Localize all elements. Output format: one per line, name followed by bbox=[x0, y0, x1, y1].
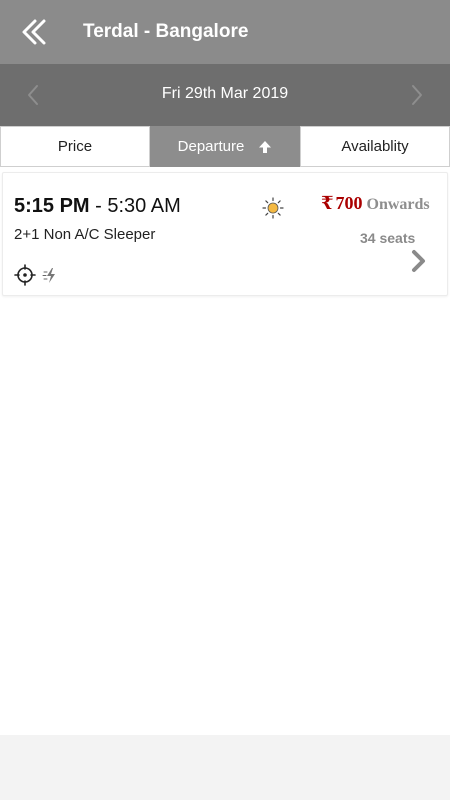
sort-tab-availability[interactable]: Availablity bbox=[300, 126, 450, 167]
seats-available: 34 seats bbox=[360, 230, 416, 246]
currency-symbol: ₹ bbox=[321, 193, 334, 213]
arrow-up-icon bbox=[259, 140, 272, 153]
departure-time: 5:15 PM bbox=[14, 195, 90, 217]
results-list: 5:15 PM - 5:30 AM 2+1 Non A/C Sleeper ₹7… bbox=[0, 167, 450, 735]
gps-tracking-icon bbox=[14, 264, 36, 286]
next-date-button[interactable] bbox=[402, 81, 430, 109]
date-bar: Fri 29th Mar 2019 bbox=[0, 64, 450, 126]
chevron-right-icon[interactable] bbox=[407, 248, 429, 274]
fare-amount: 700 bbox=[335, 193, 363, 213]
journey-times: 5:15 PM - 5:30 AM bbox=[14, 193, 181, 219]
sort-tab-label: Availablity bbox=[341, 138, 409, 155]
chevron-right-icon bbox=[412, 85, 422, 105]
arrival-time: 5:30 AM bbox=[107, 195, 181, 217]
bus-result-card[interactable]: 5:15 PM - 5:30 AM 2+1 Non A/C Sleeper ₹7… bbox=[2, 172, 448, 296]
bottom-empty-area bbox=[0, 735, 450, 800]
time-separator: - bbox=[89, 195, 108, 217]
app-header: Terdal - Bangalore bbox=[0, 0, 450, 64]
back-button[interactable] bbox=[18, 16, 52, 48]
sort-tab-label: Departure bbox=[177, 138, 245, 155]
sort-tab-departure[interactable]: Departure bbox=[150, 126, 300, 167]
page-title: Terdal - Bangalore bbox=[83, 21, 249, 42]
sort-tab-price[interactable]: Price bbox=[0, 126, 150, 167]
selected-date: Fri 29th Mar 2019 bbox=[161, 85, 289, 102]
sort-tabs: Price Departure Availablity bbox=[0, 126, 450, 167]
sort-tab-label: Price bbox=[57, 138, 93, 155]
double-chevron-left-icon bbox=[22, 19, 46, 45]
fare: ₹700 Onwards bbox=[321, 192, 430, 216]
charging-point-icon bbox=[42, 268, 55, 283]
bus-type: 2+1 Non A/C Sleeper bbox=[14, 226, 156, 243]
fare-suffix: Onwards bbox=[366, 196, 430, 213]
sun-icon bbox=[262, 197, 284, 219]
